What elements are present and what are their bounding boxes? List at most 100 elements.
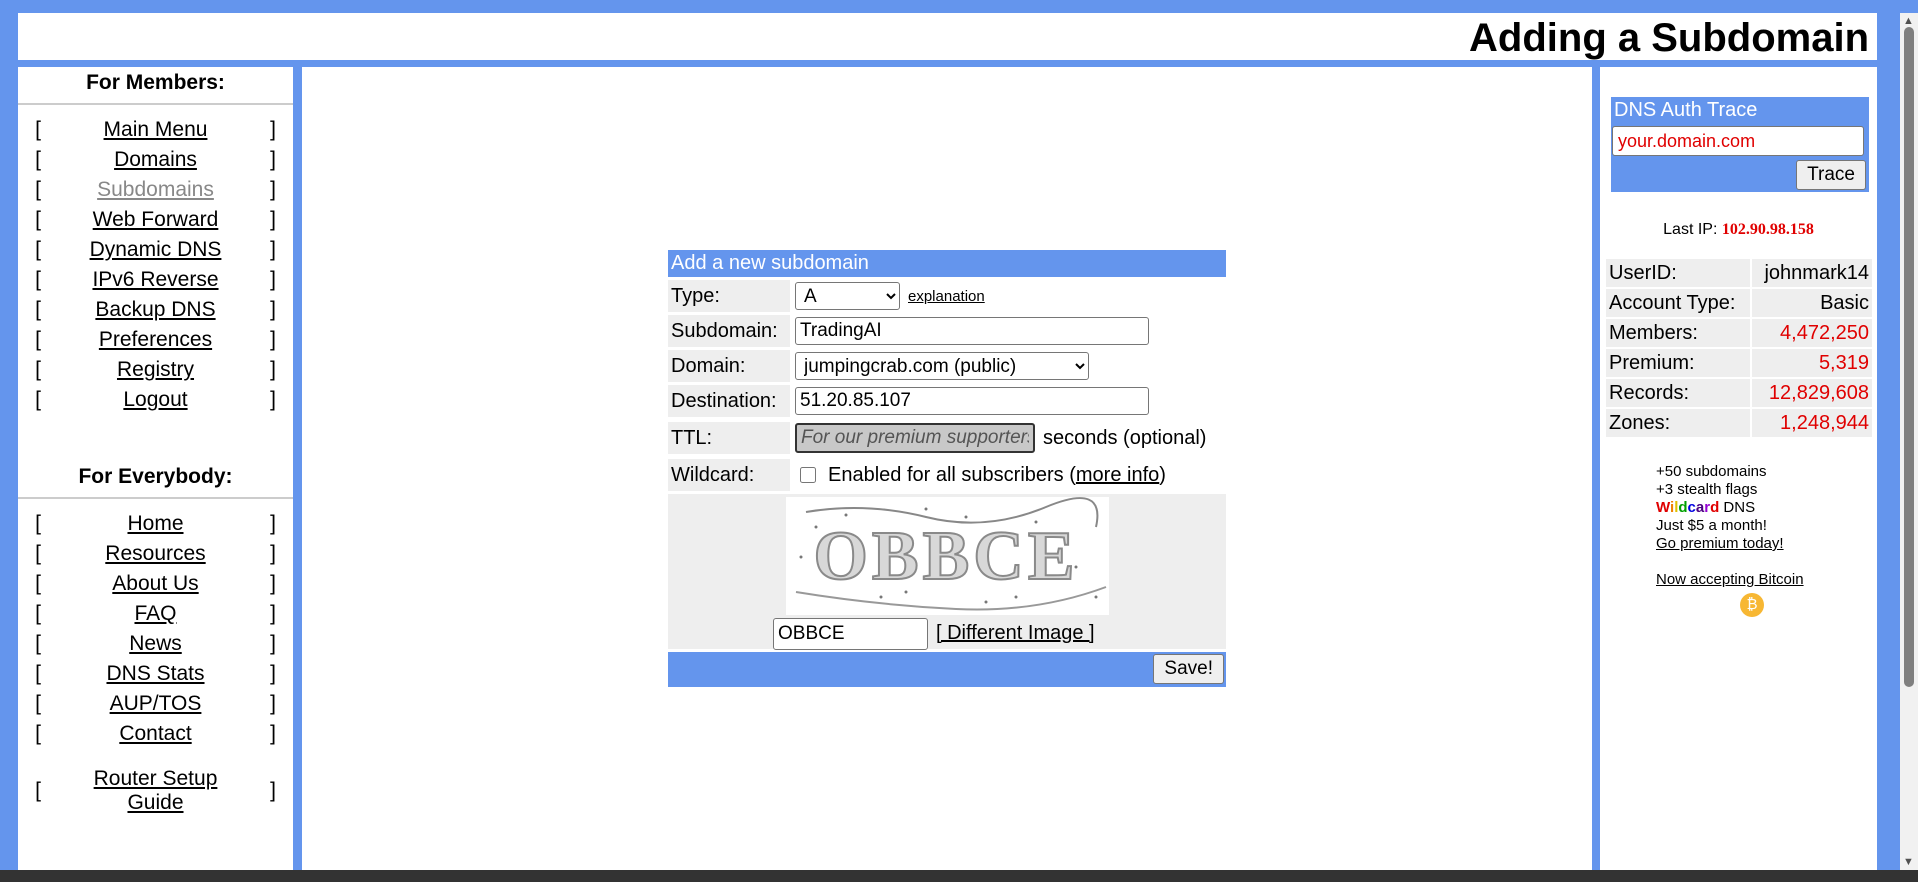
scroll-up-icon[interactable]: ▲	[1903, 15, 1914, 27]
account-stats-table: UserID: johnmark14 Account Type: Basic Mem…	[1604, 257, 1874, 439]
bracket: [	[35, 572, 41, 595]
dns-word: DNS	[1719, 499, 1756, 516]
nav-item-backup-dns: [Backup DNS]	[18, 295, 293, 325]
right-sidebar: DNS Auth Trace Trace Last IP: 102.90.98.…	[1600, 67, 1877, 870]
form-header: Add a new subdomain	[668, 250, 1226, 277]
ttl-label: TTL:	[668, 422, 790, 454]
nav-link-aup-tos[interactable]: AUP/TOS	[110, 692, 202, 715]
ttl-suffix: seconds (optional)	[1043, 426, 1207, 449]
domain-row: Domain: jumpingcrab.com (public)	[668, 350, 1226, 382]
promo-line: +3 stealth flags	[1656, 481, 1758, 498]
scrollbar-thumb[interactable]	[1904, 27, 1914, 687]
everybody-heading: For Everybody:	[78, 465, 233, 488]
type-select[interactable]: A	[795, 282, 900, 310]
bracket: ]	[270, 238, 276, 261]
bracket: ]	[270, 358, 276, 381]
domain-select[interactable]: jumpingcrab.com (public)	[795, 352, 1089, 380]
promo-line: Just $5 a month!	[1656, 517, 1767, 534]
bracket: [	[35, 178, 41, 201]
subdomain-input[interactable]	[795, 317, 1149, 345]
divider	[18, 103, 293, 105]
bitcoin-link[interactable]: Now accepting Bitcoin	[1656, 571, 1804, 588]
trace-button[interactable]: Trace	[1796, 160, 1866, 190]
subdomain-label: Subdomain:	[668, 315, 790, 347]
bracket: [	[35, 208, 41, 231]
last-ip: Last IP: 102.90.98.158	[1600, 221, 1877, 239]
nav-link-logout[interactable]: Logout	[123, 388, 187, 411]
trace-title: DNS Auth Trace	[1614, 99, 1758, 121]
add-subdomain-form: Add a new subdomain Type: A explanation …	[668, 250, 1226, 687]
bracket: [	[35, 722, 41, 745]
nav-item-faq: [FAQ]	[18, 599, 293, 629]
go-premium-link[interactable]: Go premium today!	[1656, 535, 1784, 552]
different-image-link[interactable]: [ Different Image ]	[936, 622, 1095, 645]
nav-link-registry[interactable]: Registry	[117, 358, 194, 381]
nav-link-faq[interactable]: FAQ	[134, 602, 176, 625]
stats-label: Members:	[1606, 319, 1750, 347]
captcha-input[interactable]	[773, 618, 928, 650]
nav-link-domains[interactable]: Domains	[114, 148, 197, 171]
stats-value: johnmark14	[1751, 259, 1872, 287]
captcha-area: OBBCE [ Different Image ]	[668, 494, 1226, 650]
bracket: ]	[270, 779, 276, 802]
bracket: ]	[270, 722, 276, 745]
captcha-image: OBBCE	[786, 497, 1109, 615]
subdomain-row: Subdomain:	[668, 315, 1226, 347]
bracket: [	[35, 118, 41, 141]
bracket: ]	[270, 632, 276, 655]
stats-value: 12,829,608	[1751, 379, 1872, 407]
nav-link-web-forward[interactable]: Web Forward	[93, 208, 219, 231]
nav-link-router-setup-guide[interactable]: Router Setup Guide	[86, 767, 226, 815]
nav-link-home[interactable]: Home	[127, 512, 183, 535]
bracket: [	[35, 388, 41, 411]
more-info-link[interactable]: more info	[1076, 464, 1159, 487]
bracket: ]	[270, 512, 276, 535]
page-title: Adding a Subdomain	[1469, 16, 1869, 60]
nav-link-subdomains[interactable]: Subdomains	[97, 178, 214, 201]
wildcard-checkbox[interactable]	[800, 467, 816, 483]
bracket: ]	[270, 602, 276, 625]
bracket: ]	[270, 298, 276, 321]
nav-link-contact[interactable]: Contact	[119, 722, 191, 745]
stats-row: UserID: johnmark14	[1606, 259, 1872, 287]
nav-link-resources[interactable]: Resources	[105, 542, 205, 565]
members-nav: [ Main Menu] [ Domains] [ Subdomains] [ Web …	[18, 115, 293, 415]
vertical-scrollbar[interactable]: ▲ ▼	[1900, 13, 1918, 870]
bracket: [	[35, 268, 41, 291]
bracket: [	[35, 692, 41, 715]
wildcard-text: Enabled for all subscribers (	[828, 463, 1076, 486]
destination-input[interactable]	[795, 387, 1149, 415]
wildcard-word: Wildcard	[1656, 499, 1720, 516]
everybody-nav: [Home] [Resources] [About Us] [FAQ] [New…	[18, 509, 293, 817]
nav-item-main-menu: [Main Menu]	[18, 115, 293, 145]
stats-value: 5,319	[1751, 349, 1872, 377]
save-button[interactable]: Save!	[1153, 654, 1224, 684]
nav-link-backup-dns[interactable]: Backup DNS	[95, 298, 215, 321]
bottom-bar	[0, 870, 1918, 882]
trace-domain-input[interactable]	[1612, 126, 1864, 156]
bitcoin-icon: ₿	[1740, 593, 1764, 617]
nav-link-ipv6-reverse[interactable]: IPv6 Reverse	[92, 268, 218, 291]
bracket: ]	[270, 328, 276, 351]
nav-link-news[interactable]: News	[129, 632, 182, 655]
scroll-down-icon[interactable]: ▼	[1903, 856, 1914, 868]
wildcard-close: )	[1159, 463, 1166, 486]
destination-label: Destination:	[668, 385, 790, 417]
bracket: ]	[270, 178, 276, 201]
type-label: Type:	[668, 280, 790, 312]
explanation-link[interactable]: explanation	[908, 288, 985, 305]
bracket: [	[35, 632, 41, 655]
nav-item-contact: [ Contact]	[18, 719, 293, 749]
nav-link-preferences[interactable]: Preferences	[99, 328, 212, 351]
nav-link-about-us[interactable]: About Us	[112, 572, 198, 595]
nav-link-main-menu[interactable]: Main Menu	[104, 118, 208, 141]
bracket: [	[35, 542, 41, 565]
nav-link-dynamic-dns[interactable]: Dynamic DNS	[90, 238, 222, 261]
nav-item-ipv6-reverse: [IPv6 Reverse]	[18, 265, 293, 295]
stats-label: UserID:	[1606, 259, 1750, 287]
save-bar: Save!	[668, 652, 1226, 687]
stats-row: Records: 12,829,608	[1606, 379, 1872, 407]
stats-row: Zones: 1,248,944	[1606, 409, 1872, 437]
stats-label: Premium:	[1606, 349, 1750, 377]
nav-link-dns-stats[interactable]: DNS Stats	[106, 662, 204, 685]
